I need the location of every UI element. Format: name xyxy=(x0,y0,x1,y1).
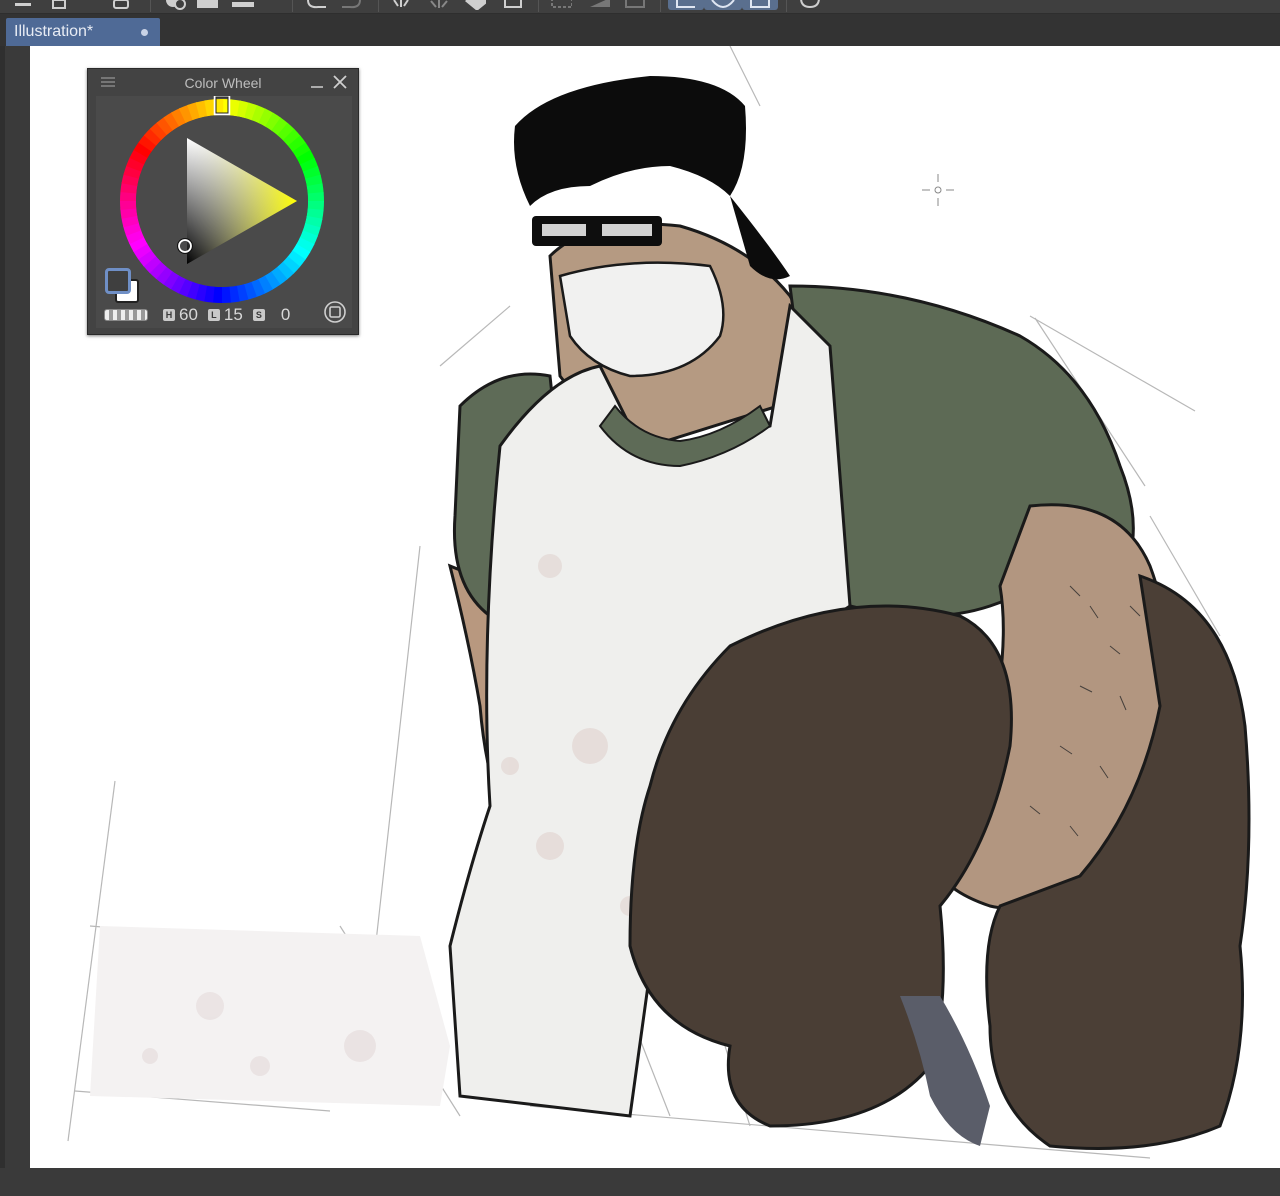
selection-icon[interactable] xyxy=(550,0,572,10)
layer-mask-icon[interactable] xyxy=(624,0,646,10)
color-mode-toggle-icon[interactable] xyxy=(323,300,347,324)
speech-bubble-icon[interactable] xyxy=(798,0,820,10)
color-wheel-titlebar[interactable]: Color Wheel xyxy=(88,69,358,95)
main-toolbar xyxy=(0,0,1280,14)
color-wheel-body: H 60 L 15 S 0 xyxy=(96,96,352,328)
left-panel-edge xyxy=(0,46,30,1196)
toolbar-separator xyxy=(292,0,293,12)
sparkle-icon[interactable] xyxy=(428,0,450,10)
transparent-color-swatch[interactable] xyxy=(104,309,148,321)
toolbar-separator xyxy=(378,0,379,12)
hue-segment xyxy=(120,199,137,210)
crosshair-cursor-icon xyxy=(922,174,954,206)
folder-icon[interactable] xyxy=(196,0,218,10)
hue-value[interactable]: 60 xyxy=(179,305,198,325)
lightness-value[interactable]: 15 xyxy=(224,305,243,325)
main-color-swatch[interactable] xyxy=(105,268,131,294)
toolbar-separator xyxy=(660,0,661,12)
undo-icon[interactable] xyxy=(306,0,328,10)
menu-icon[interactable] xyxy=(12,0,34,10)
lightness-label: L xyxy=(207,309,220,321)
close-icon[interactable] xyxy=(332,74,348,90)
hls-values: H 60 L 15 S 0 xyxy=(163,305,296,325)
minimize-icon[interactable] xyxy=(310,76,324,88)
unsaved-dot-icon[interactable] xyxy=(141,29,148,36)
apron-ghost-shape xyxy=(90,926,450,1106)
layer-icon[interactable] xyxy=(232,0,254,10)
fill-icon[interactable] xyxy=(464,0,486,10)
rotate-icon[interactable] xyxy=(704,0,742,10)
document-tab[interactable]: Illustration* xyxy=(6,18,160,46)
left-scroll-rail[interactable] xyxy=(0,46,5,1196)
toolbar-separator xyxy=(786,0,787,12)
lasso-icon[interactable] xyxy=(668,0,704,10)
toolbar-separator xyxy=(150,0,151,12)
bottom-panel-edge xyxy=(0,1168,1280,1196)
spinner-icon[interactable] xyxy=(390,0,412,10)
toolbar-separator xyxy=(538,0,539,12)
saturation-value[interactable]: 0 xyxy=(281,305,290,325)
hair xyxy=(514,76,746,206)
color-wheel-panel: Color Wheel H 60 L 15 S 0 xyxy=(87,68,359,335)
grid-icon[interactable] xyxy=(588,0,610,10)
hue-label: H xyxy=(163,309,175,321)
hue-segment xyxy=(220,286,231,303)
new-file-icon[interactable] xyxy=(48,0,70,10)
saturation-label: S xyxy=(252,309,265,321)
hue-ring[interactable] xyxy=(117,96,327,306)
crop-icon[interactable] xyxy=(742,0,778,10)
document-tab-title: Illustration* xyxy=(14,23,94,40)
redo-icon[interactable] xyxy=(340,0,362,10)
hue-segment xyxy=(307,192,324,203)
save-icon[interactable] xyxy=(110,0,132,10)
add-layer-icon[interactable] xyxy=(164,0,186,10)
transform-icon[interactable] xyxy=(502,0,524,10)
document-tab-bar: Illustration* xyxy=(0,14,1280,46)
